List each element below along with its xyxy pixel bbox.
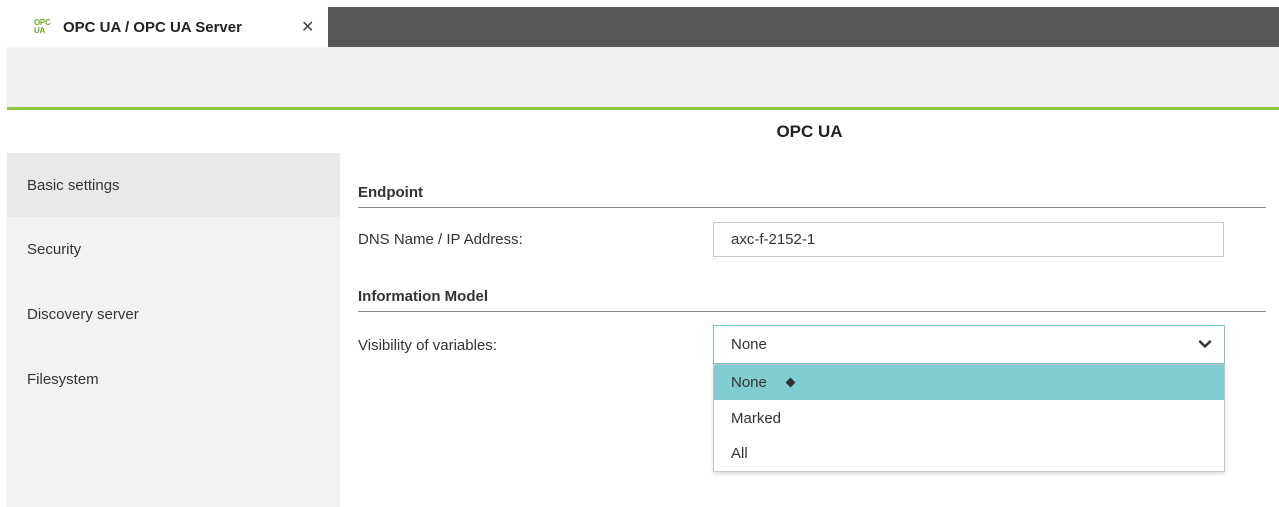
- sidebar-item-label: Filesystem: [27, 370, 99, 388]
- option-all[interactable]: All: [714, 436, 1224, 471]
- option-label: Marked: [731, 410, 782, 427]
- tab-bar: OPC UA OPC UA / OPC UA Server ✕: [7, 7, 1279, 47]
- visibility-dropdown-list: None Marked All: [713, 364, 1225, 472]
- sidebar-item-discovery-server[interactable]: Discovery server: [7, 282, 340, 346]
- sidebar-item-label: Discovery server: [27, 305, 139, 323]
- close-icon[interactable]: ✕: [301, 17, 314, 37]
- option-label: All: [731, 445, 748, 462]
- option-marked[interactable]: Marked: [714, 401, 1224, 436]
- visibility-selected-value: None: [731, 336, 767, 353]
- visibility-select[interactable]: None: [713, 325, 1225, 364]
- sidebar-item-basic-settings[interactable]: Basic settings: [7, 153, 340, 217]
- dns-name-input[interactable]: [713, 222, 1224, 257]
- sidebar-item-label: Security: [27, 240, 82, 258]
- tab-title: OPC UA / OPC UA Server: [63, 19, 242, 36]
- sidebar-item-label: Basic settings: [27, 176, 120, 194]
- chevron-down-icon: [1198, 340, 1212, 348]
- visibility-label: Visibility of variables:: [358, 337, 497, 354]
- toolbar: [7, 47, 1279, 110]
- sidebar: Basic settings Security Discovery server…: [7, 153, 340, 507]
- selected-diamond-icon: [785, 377, 796, 388]
- sidebar-item-security[interactable]: Security: [7, 217, 340, 281]
- opcua-logo-icon: OPC UA: [34, 18, 51, 35]
- sidebar-item-filesystem[interactable]: Filesystem: [7, 347, 340, 411]
- page-title: OPC UA: [776, 122, 843, 141]
- dns-name-label: DNS Name / IP Address:: [358, 231, 523, 248]
- endpoint-section-heading: Endpoint: [358, 184, 1266, 208]
- tab-opcua-server[interactable]: OPC UA OPC UA / OPC UA Server ✕: [7, 7, 328, 47]
- option-none[interactable]: None: [714, 365, 1224, 400]
- option-label: None: [731, 374, 767, 391]
- information-model-section-heading: Information Model: [358, 288, 1266, 312]
